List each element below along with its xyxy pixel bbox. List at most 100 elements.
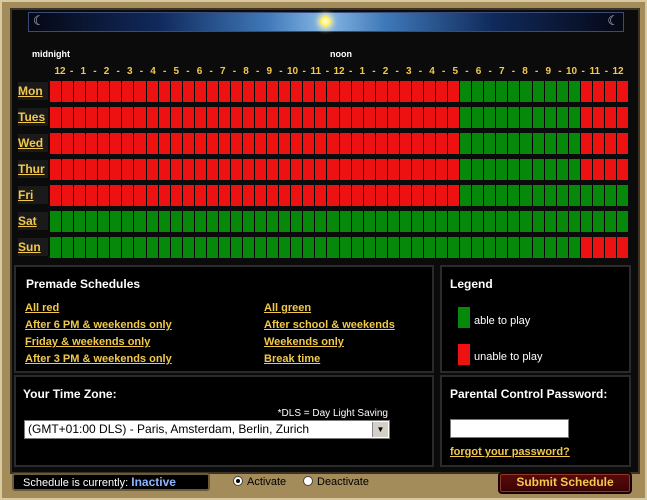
schedule-cell[interactable] [182,81,194,102]
schedule-cell[interactable] [460,133,472,154]
schedule-cell[interactable] [303,81,315,102]
schedule-cell[interactable] [532,133,544,154]
schedule-cell[interactable] [291,107,303,128]
schedule-cell[interactable] [423,81,435,102]
schedule-cell[interactable] [375,237,387,258]
schedule-cell[interactable] [351,81,363,102]
schedule-cell[interactable] [544,107,556,128]
schedule-cell[interactable] [496,133,508,154]
activate-radio[interactable] [233,476,243,486]
schedule-cell[interactable] [592,159,604,180]
schedule-cell[interactable] [520,185,532,206]
schedule-cell[interactable] [146,133,158,154]
schedule-cell[interactable] [146,237,158,258]
schedule-cell[interactable] [339,107,351,128]
schedule-cell[interactable] [98,211,110,232]
schedule-cell[interactable] [50,81,62,102]
schedule-cell[interactable] [303,185,315,206]
schedule-cell[interactable] [146,211,158,232]
schedule-cell[interactable] [484,185,496,206]
schedule-cell[interactable] [158,185,170,206]
schedule-cell[interactable] [399,107,411,128]
schedule-cell[interactable] [62,159,74,180]
schedule-cell[interactable] [556,185,568,206]
schedule-cell[interactable] [122,185,134,206]
schedule-cell[interactable] [375,159,387,180]
schedule-cell[interactable] [532,211,544,232]
schedule-cell[interactable] [616,133,628,154]
schedule-cell[interactable] [206,107,218,128]
schedule-cell[interactable] [86,159,98,180]
schedule-cell[interactable] [399,159,411,180]
schedule-cell[interactable] [315,237,327,258]
schedule-cell[interactable] [122,237,134,258]
schedule-cell[interactable] [218,159,230,180]
schedule-cell[interactable] [556,81,568,102]
schedule-cell[interactable] [568,159,580,180]
schedule-cell[interactable] [206,133,218,154]
schedule-cell[interactable] [110,133,122,154]
schedule-cell[interactable] [568,211,580,232]
schedule-cell[interactable] [62,185,74,206]
schedule-cell[interactable] [375,81,387,102]
schedule-cell[interactable] [303,159,315,180]
forgot-password-link[interactable]: forgot your password? [450,446,570,458]
schedule-cell[interactable] [339,211,351,232]
day-label-mon[interactable]: Mon [18,82,48,100]
schedule-cell[interactable] [472,81,484,102]
schedule-cell[interactable] [74,81,86,102]
schedule-cell[interactable] [423,211,435,232]
schedule-cell[interactable] [243,211,255,232]
schedule-cell[interactable] [520,81,532,102]
schedule-cell[interactable] [460,211,472,232]
schedule-cell[interactable] [74,237,86,258]
schedule-cell[interactable] [146,185,158,206]
schedule-cell[interactable] [110,237,122,258]
schedule-cell[interactable] [363,133,375,154]
schedule-cell[interactable] [62,211,74,232]
schedule-cell[interactable] [50,133,62,154]
schedule-cell[interactable] [62,237,74,258]
schedule-cell[interactable] [520,107,532,128]
schedule-cell[interactable] [568,237,580,258]
schedule-cell[interactable] [182,107,194,128]
schedule-cell[interactable] [351,237,363,258]
schedule-cell[interactable] [315,133,327,154]
schedule-cell[interactable] [339,237,351,258]
schedule-cell[interactable] [351,107,363,128]
schedule-cell[interactable] [616,185,628,206]
activate-label[interactable]: Activate [247,476,286,488]
schedule-cell[interactable] [194,211,206,232]
schedule-cell[interactable] [496,211,508,232]
schedule-cell[interactable] [520,237,532,258]
schedule-cell[interactable] [267,185,279,206]
schedule-cell[interactable] [182,185,194,206]
schedule-cell[interactable] [158,159,170,180]
schedule-cell[interactable] [230,211,242,232]
schedule-cell[interactable] [436,237,448,258]
schedule-cell[interactable] [351,211,363,232]
schedule-cell[interactable] [182,133,194,154]
schedule-cell[interactable] [484,237,496,258]
schedule-cell[interactable] [375,185,387,206]
schedule-cell[interactable] [399,237,411,258]
schedule-cell[interactable] [436,81,448,102]
schedule-cell[interactable] [327,133,339,154]
schedule-cell[interactable] [399,133,411,154]
schedule-cell[interactable] [279,185,291,206]
schedule-cell[interactable] [387,133,399,154]
day-label-fri[interactable]: Fri [18,186,48,204]
schedule-cell[interactable] [399,81,411,102]
schedule-cell[interactable] [423,185,435,206]
schedule-cell[interactable] [86,185,98,206]
schedule-cell[interactable] [496,159,508,180]
schedule-cell[interactable] [592,211,604,232]
schedule-cell[interactable] [448,185,460,206]
schedule-cell[interactable] [387,81,399,102]
schedule-cell[interactable] [448,81,460,102]
schedule-cell[interactable] [423,159,435,180]
schedule-cell[interactable] [568,185,580,206]
schedule-cell[interactable] [134,107,146,128]
schedule-cell[interactable] [122,211,134,232]
schedule-cell[interactable] [50,237,62,258]
